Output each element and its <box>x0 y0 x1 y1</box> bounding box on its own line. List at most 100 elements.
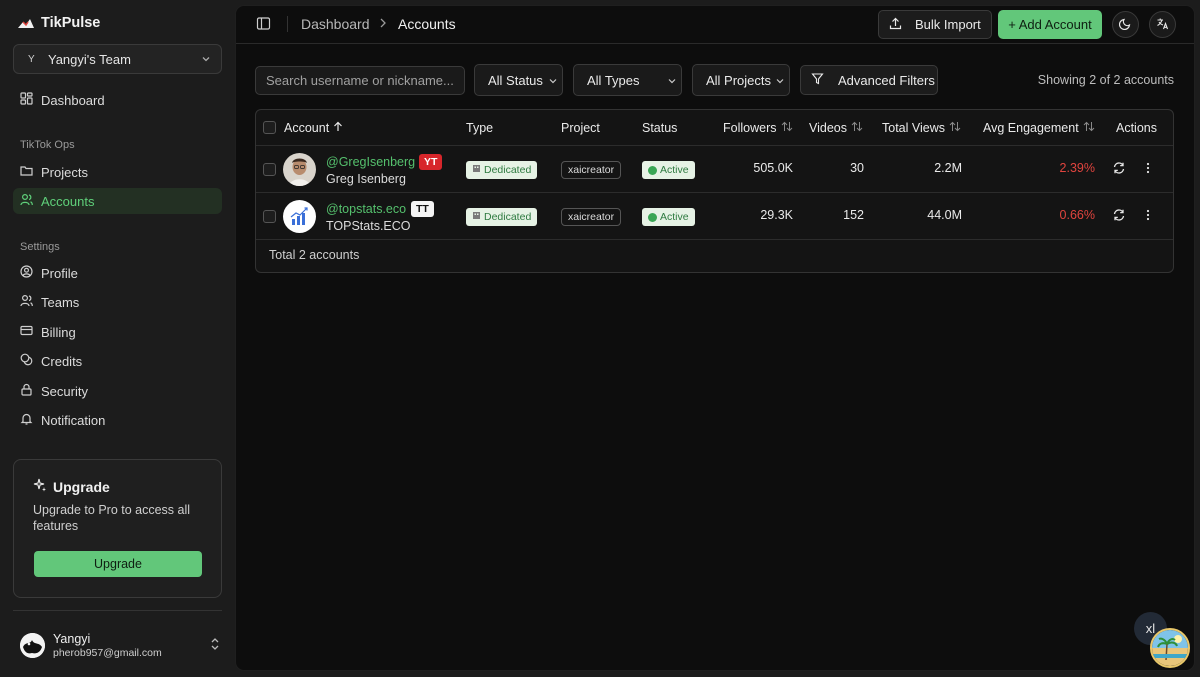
total-views-value: 2.2M <box>934 161 962 175</box>
tikpulse-logo-icon <box>17 14 35 32</box>
table-header: Account Type Project Status Followers Vi… <box>256 110 1173 146</box>
upgrade-title-row: Upgrade <box>33 478 202 495</box>
sidebar-item-teams[interactable]: Teams <box>13 289 222 315</box>
sidebar-item-billing[interactable]: Billing <box>13 319 222 345</box>
section-label-settings: Settings <box>20 241 60 253</box>
project-filter-select[interactable]: All Projects <box>692 64 790 96</box>
sidebar-item-label: Credits <box>41 353 83 369</box>
status-badge: Active <box>642 161 695 179</box>
sidebar-item-notification[interactable]: Notification <box>13 407 222 433</box>
coins-icon <box>20 353 33 369</box>
sidebar-item-credits[interactable]: Credits <box>13 348 222 374</box>
section-label-tiktok-ops: TikTok Ops <box>20 139 75 151</box>
platform-badge: YT <box>419 154 443 170</box>
more-vertical-icon[interactable] <box>1141 208 1155 222</box>
refresh-icon[interactable] <box>1112 161 1126 175</box>
advanced-filters-button[interactable]: Advanced Filters <box>800 65 938 95</box>
column-total-views[interactable]: Total Views <box>882 121 961 135</box>
followers-value: 505.0K <box>753 161 793 175</box>
column-label: Avg Engagement <box>983 121 1079 135</box>
status-filter-select[interactable]: All Status <box>474 64 563 96</box>
results-count: Showing 2 of 2 accounts <box>1037 73 1174 87</box>
upload-icon <box>889 17 902 33</box>
breadcrumb-current: Accounts <box>398 16 456 32</box>
sidebar-item-accounts[interactable]: Accounts <box>13 188 222 214</box>
sidebar-item-label: Notification <box>41 412 106 428</box>
sidebar-item-projects[interactable]: Projects <box>13 159 222 185</box>
team-switcher[interactable]: Y Yangyi's Team <box>13 44 222 74</box>
project-badge: xaicreator <box>561 208 622 226</box>
sidebar-item-profile[interactable]: Profile <box>13 260 222 286</box>
moon-icon <box>1118 17 1132 33</box>
breadcrumb-chevron-icon <box>379 16 387 33</box>
breadcrumb-dashboard[interactable]: Dashboard <box>301 16 370 32</box>
refresh-icon[interactable] <box>1112 208 1126 222</box>
column-account[interactable]: Account <box>284 121 343 135</box>
app-name: TikPulse <box>41 15 101 31</box>
building-icon <box>472 164 481 176</box>
folder-icon <box>20 164 33 180</box>
chevron-down-icon <box>201 52 211 67</box>
user-email: pherob957@gmail.com <box>53 646 162 659</box>
sidebar-item-dashboard[interactable]: Dashboard <box>13 87 222 113</box>
select-all-checkbox[interactable] <box>263 121 276 134</box>
type-badge: Dedicated <box>466 161 538 179</box>
row-checkbox[interactable] <box>263 210 276 223</box>
chevron-down-icon <box>667 74 677 89</box>
arrow-up-icon <box>333 121 343 135</box>
sidebar-item-label: Security <box>41 383 88 399</box>
followers-value: 29.3K <box>760 208 793 222</box>
column-avg-engagement[interactable]: Avg Engagement <box>983 121 1095 135</box>
column-label: Total Views <box>882 121 945 135</box>
project-filter-value: All Projects <box>706 72 772 88</box>
users-icon <box>20 193 33 209</box>
table-footer: Total 2 accounts <box>269 248 360 262</box>
sparkles-icon <box>33 478 47 495</box>
bell-icon <box>20 412 33 428</box>
search-input[interactable] <box>255 66 465 95</box>
status-label: Active <box>660 211 689 223</box>
translate-icon <box>1156 17 1169 33</box>
filter-icon <box>811 72 824 88</box>
bulk-import-button[interactable]: Bulk Import <box>878 10 992 39</box>
bulk-import-label: Bulk Import <box>915 17 981 32</box>
theme-toggle-button[interactable] <box>1112 11 1139 38</box>
upgrade-title: Upgrade <box>53 478 110 495</box>
sidebar-item-security[interactable]: Security <box>13 378 222 404</box>
main-panel: Dashboard Accounts Bulk Import + Add Acc… <box>235 5 1195 671</box>
sidebar-divider <box>13 610 222 611</box>
column-followers[interactable]: Followers <box>723 121 793 135</box>
type-filter-select[interactable]: All Types <box>573 64 682 96</box>
app-root: TikPulse Y Yangyi's Team Dashboard TikTo… <box>0 0 1200 677</box>
status-dot-icon <box>648 212 657 222</box>
team-name: Yangyi's Team <box>48 51 131 67</box>
type-badge: Dedicated <box>466 208 538 226</box>
account-handle-link[interactable]: @GregIsenberg <box>326 155 415 169</box>
sidebar-toggle-icon[interactable] <box>256 16 271 31</box>
total-views-value: 44.0M <box>927 208 962 222</box>
row-checkbox[interactable] <box>263 163 276 176</box>
accounts-table: Account Type Project Status Followers Vi… <box>255 109 1174 273</box>
user-menu[interactable]: Yangyi pherob957@gmail.com <box>20 628 220 662</box>
sidebar-item-label: Projects <box>41 164 88 180</box>
user-name: Yangyi <box>53 631 91 646</box>
type-label: Dedicated <box>484 211 532 223</box>
status-dot-icon <box>648 165 657 175</box>
language-button[interactable] <box>1149 11 1176 38</box>
add-account-button[interactable]: + Add Account <box>998 10 1102 39</box>
team-initial: Y <box>28 53 35 65</box>
column-type: Type <box>466 121 494 135</box>
avatar <box>20 632 45 658</box>
brand[interactable]: TikPulse <box>17 14 100 32</box>
account-handle-link[interactable]: @topstats.eco <box>326 202 406 216</box>
platform-badge: TT <box>411 201 434 217</box>
column-videos[interactable]: Videos <box>809 121 863 135</box>
sidebar: TikPulse Y Yangyi's Team Dashboard TikTo… <box>0 0 235 677</box>
upgrade-button[interactable]: Upgrade <box>34 551 202 577</box>
sidebar-item-label: Profile <box>41 265 78 281</box>
assistant-avatar-button[interactable] <box>1150 628 1190 668</box>
topbar-divider <box>287 16 288 32</box>
advanced-filters-label: Advanced Filters <box>838 72 935 88</box>
column-project: Project <box>561 121 600 135</box>
more-vertical-icon[interactable] <box>1141 161 1155 175</box>
